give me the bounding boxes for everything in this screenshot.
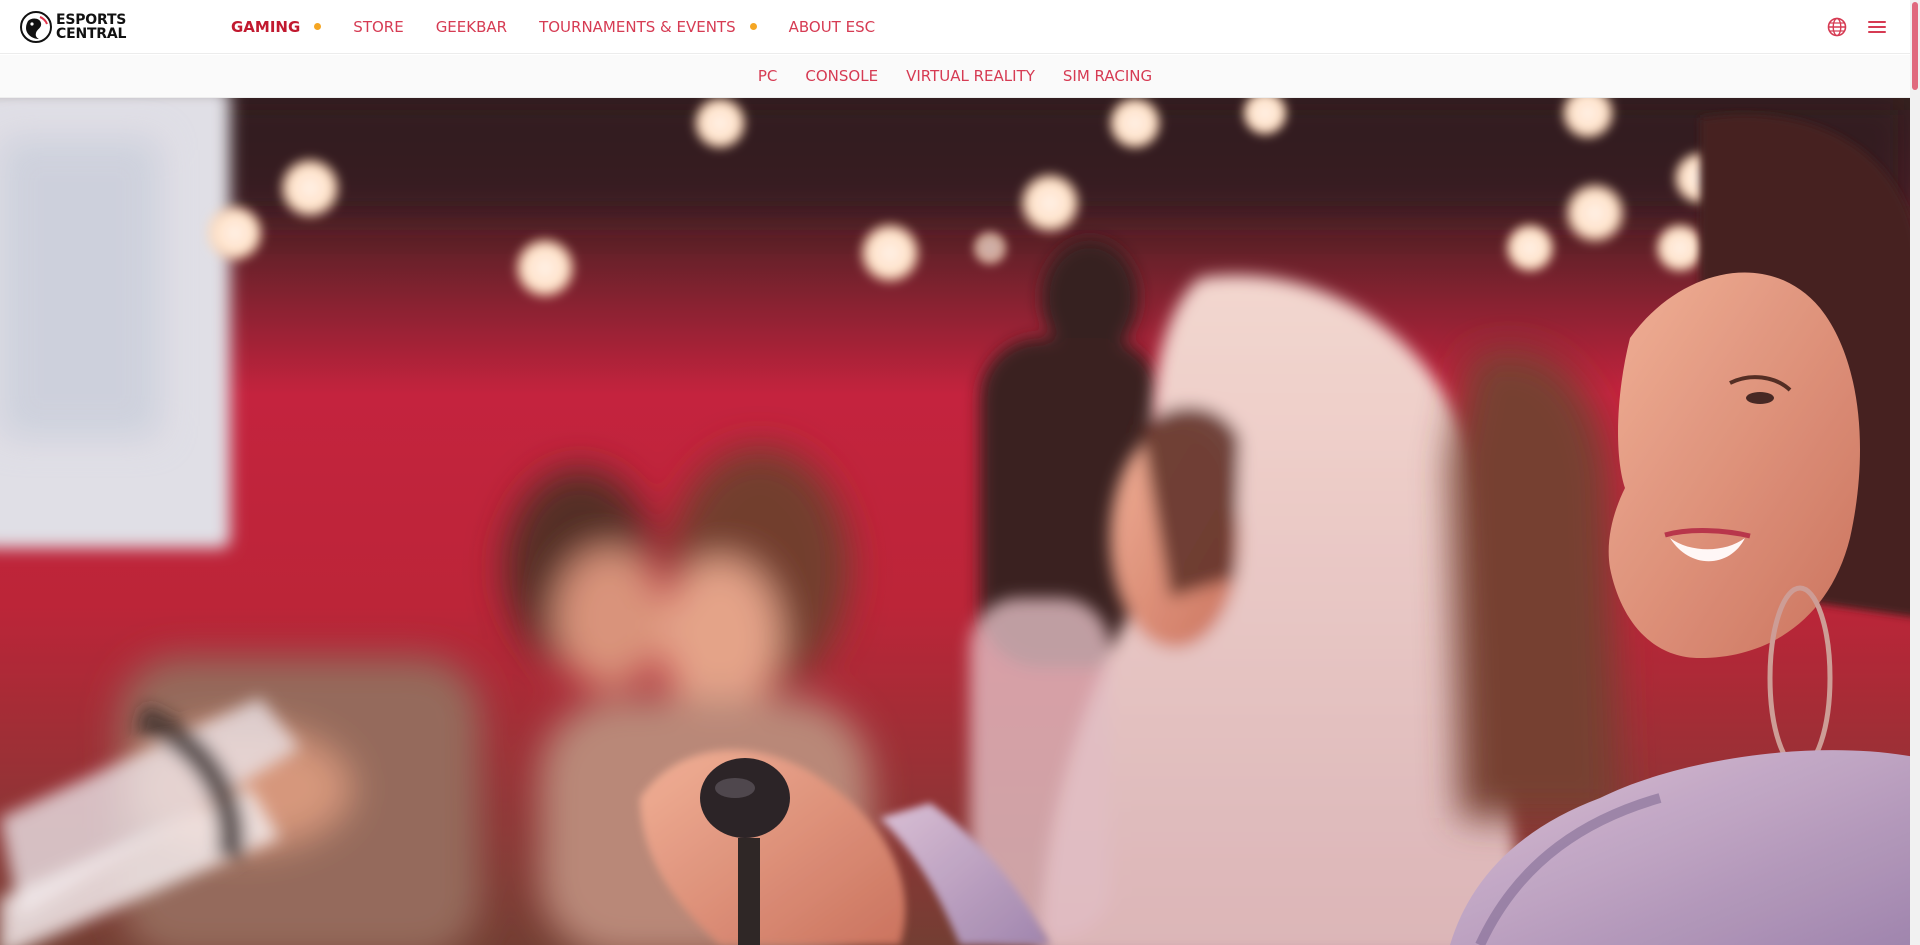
logo-line-1: ESPORTS	[56, 11, 127, 28]
nav-item-geekbar[interactable]: GEEKBAR	[436, 18, 507, 36]
esports-central-logo-icon	[20, 10, 52, 43]
page-scrollbar[interactable]	[1910, 0, 1920, 945]
page: ESPORTS CENTRAL GAMING STORE GEEKBAR TOU…	[0, 0, 1920, 945]
sub-nav: PC CONSOLE VIRTUAL REALITY SIM RACING	[0, 55, 1910, 98]
globe-icon	[1827, 17, 1847, 37]
nav-item-label: TOURNAMENTS & EVENTS	[539, 17, 736, 36]
nav-item-label: STORE	[353, 17, 404, 36]
hero-image	[0, 98, 1910, 945]
subnav-item-virtual-reality[interactable]: VIRTUAL REALITY	[906, 67, 1035, 85]
nav-item-store[interactable]: STORE	[353, 18, 403, 36]
nav-item-about-esc[interactable]: ABOUT ESC	[789, 18, 875, 36]
logo-wordmark: ESPORTS CENTRAL	[56, 13, 126, 41]
nav-item-gaming[interactable]: GAMING	[231, 17, 322, 36]
hero-photo-gamers-racing-sim	[0, 98, 1910, 945]
main-nav: GAMING STORE GEEKBAR TOURNAMENTS & EVENT…	[231, 0, 907, 53]
header-tools	[1810, 0, 1890, 54]
subnav-item-sim-racing[interactable]: SIM RACING	[1063, 67, 1152, 85]
nav-item-tournaments-events[interactable]: TOURNAMENTS & EVENTS	[539, 18, 757, 36]
subnav-item-console[interactable]: CONSOLE	[805, 67, 878, 85]
dropdown-dot-indicator	[749, 23, 757, 30]
nav-item-label: GEEKBAR	[435, 17, 508, 36]
nav-item-label: ABOUT ESC	[788, 17, 876, 36]
hamburger-menu-icon	[1868, 21, 1886, 33]
menu-button[interactable]	[1864, 14, 1890, 40]
top-header: ESPORTS CENTRAL GAMING STORE GEEKBAR TOU…	[0, 0, 1910, 54]
logo-line-2: CENTRAL	[56, 25, 127, 42]
language-button[interactable]	[1824, 14, 1850, 40]
site-logo[interactable]: ESPORTS CENTRAL	[20, 10, 165, 44]
dropdown-dot-indicator	[314, 23, 322, 30]
subnav-item-pc[interactable]: PC	[758, 67, 778, 85]
nav-item-label: GAMING	[231, 17, 301, 36]
scrollbar-thumb[interactable]	[1912, 2, 1918, 90]
